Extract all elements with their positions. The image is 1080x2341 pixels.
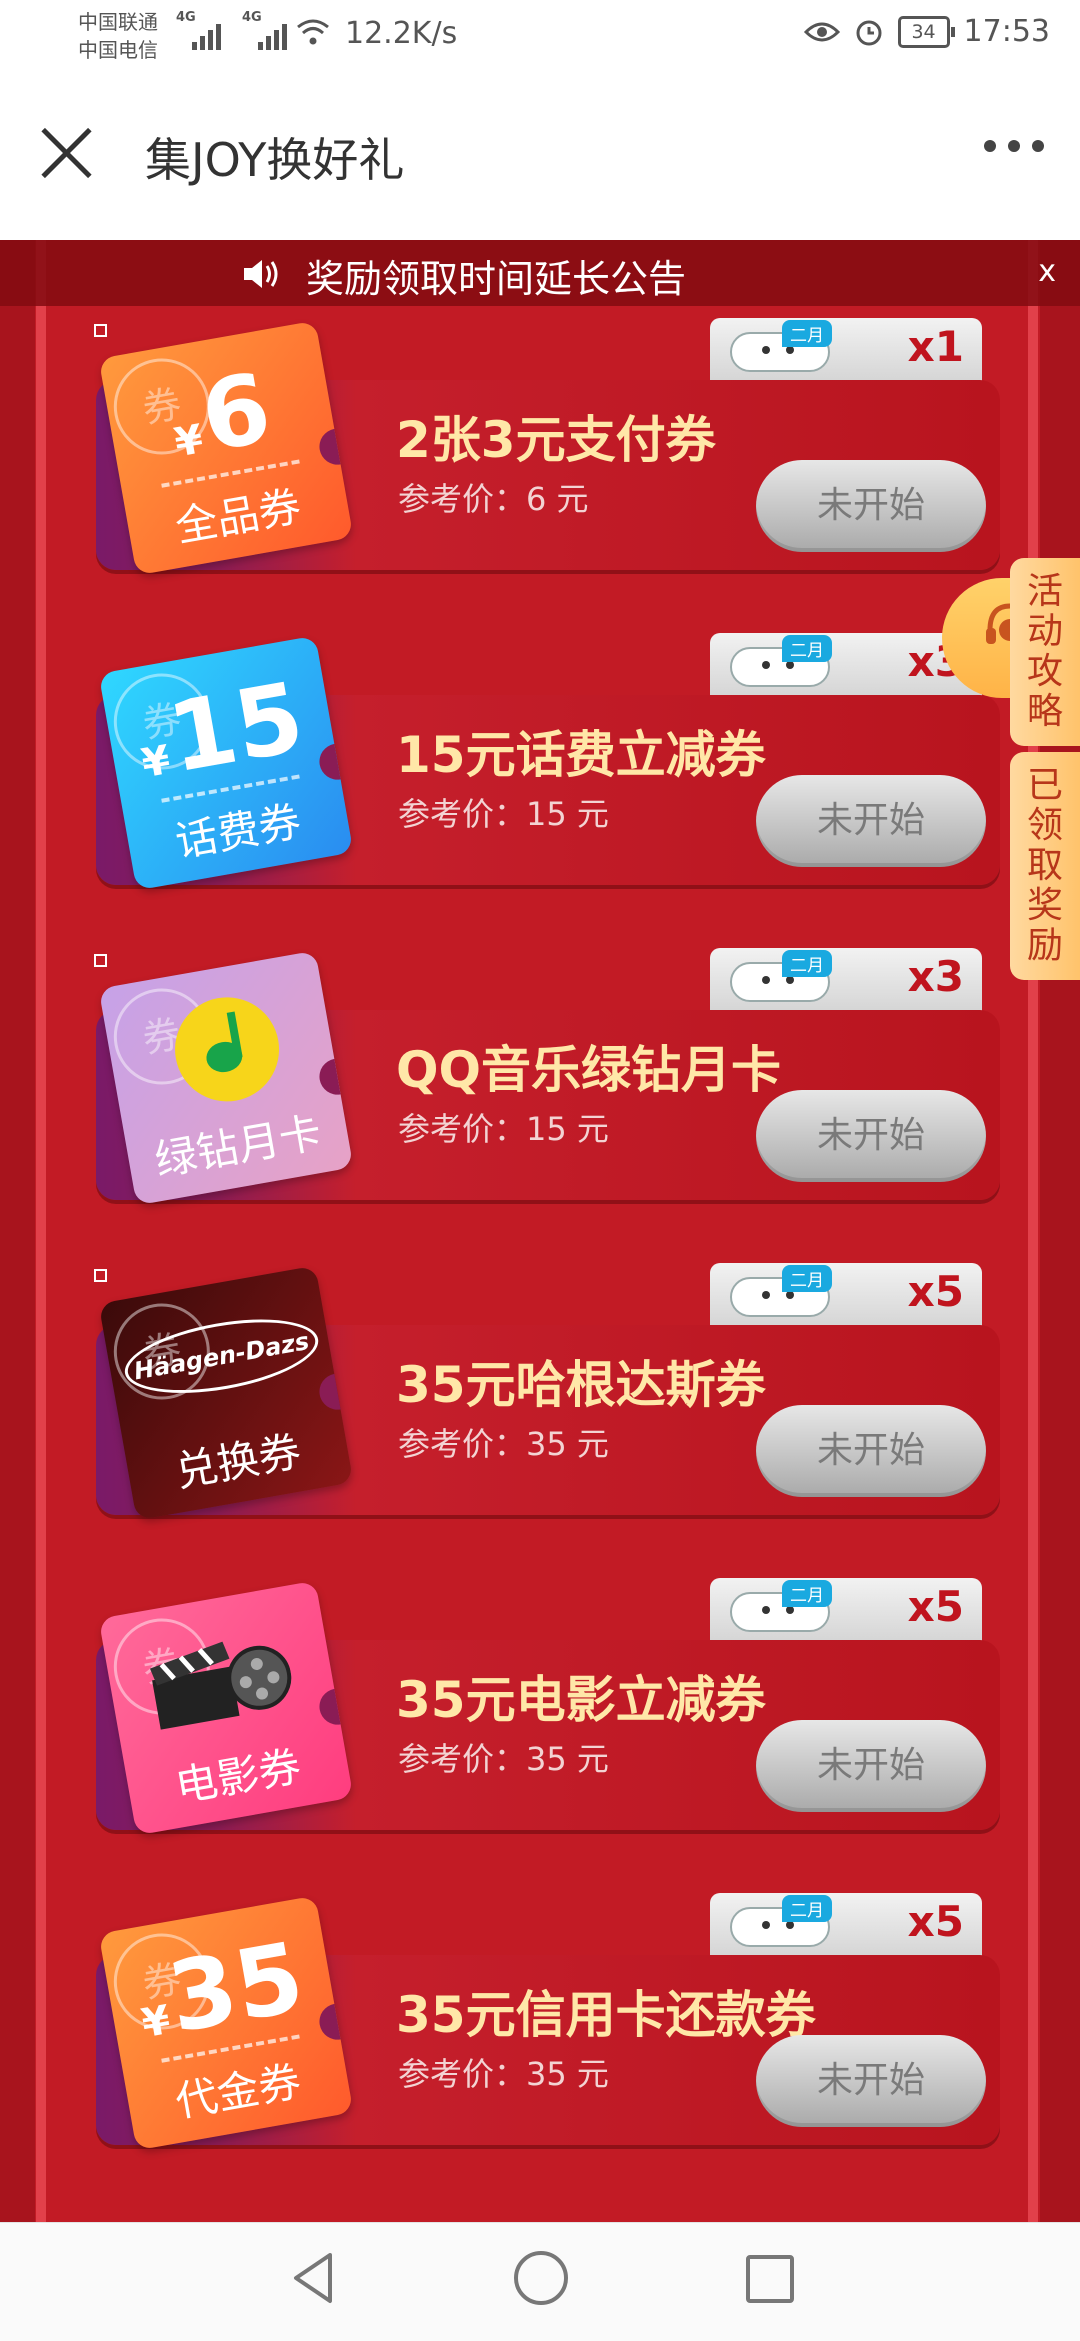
status-bar: 中国联通 中国电信 4G 4G 12.2K/s 34 17:53: [0, 0, 1080, 72]
left-rail: [36, 240, 46, 2222]
eye-icon: [803, 22, 840, 41]
month-badge: 二月: [782, 635, 832, 662]
reference-price: 参考价：35 元: [398, 1740, 609, 1778]
carrier-2: 中国电信: [78, 38, 158, 62]
close-icon[interactable]: [38, 124, 96, 182]
signal-1-icon: 4G: [176, 10, 221, 50]
notice-text: 奖励领取时间延长公告: [306, 257, 687, 301]
reference-price: 参考价：35 元: [398, 1425, 609, 1463]
battery-icon: 34: [897, 15, 955, 48]
marker: [94, 324, 107, 337]
currency-symbol: ¥: [138, 1997, 174, 2048]
gift-name: 35元信用卡还款券: [396, 1986, 816, 2044]
not-started-button[interactable]: 未开始: [756, 2035, 986, 2127]
gift-card: 二月 x5 券 Häagen-Dazs 兑换券 35元哈根达斯券 参考价：35 …: [94, 1263, 1000, 1521]
more-icon[interactable]: [984, 140, 1044, 152]
recent-square-icon[interactable]: [746, 2255, 794, 2303]
gift-card: 二月 x5 券 电影券 35元电影立减券 参考价：35 元 未开始: [96, 1578, 1000, 1836]
currency-symbol: ¥: [138, 737, 174, 788]
item-count: x5: [907, 1582, 964, 1631]
notice-close-button[interactable]: x: [1038, 254, 1056, 289]
claimed-rewards-tab[interactable]: 已领取奖励: [1010, 752, 1080, 980]
gift-card: 二月 x3 券 绿钻月卡 QQ音乐绿钻月卡 参考价：15 元 未开始: [94, 948, 1000, 1206]
coupon-amount-value: 35: [160, 1920, 312, 2055]
coupon-image: 券 绿钻月卡: [98, 950, 354, 1206]
home-circle-icon[interactable]: [514, 2251, 568, 2305]
item-count: x5: [907, 1897, 964, 1946]
right-edge: [1040, 240, 1080, 2222]
coupon-image: 券 ¥6 全品券: [98, 320, 354, 576]
item-count: x3: [907, 952, 964, 1001]
card-tab: 二月 x5: [710, 1263, 982, 1329]
title-bar: 集JOY换好礼: [0, 72, 1080, 240]
clock: 17:53: [963, 14, 1050, 49]
coupon-image: 券 ¥15 话费券: [98, 635, 354, 891]
coupon-image: 券 Häagen-Dazs 兑换券: [98, 1265, 354, 1521]
gift-name: QQ音乐绿钻月卡: [396, 1041, 782, 1099]
card-tab: 二月 x3: [710, 948, 982, 1014]
gift-name: 2张3元支付券: [396, 411, 716, 469]
month-badge: 二月: [782, 1265, 832, 1292]
coupon-image: 券 ¥35 代金券: [98, 1895, 354, 2151]
card-tab: 二月 x5: [710, 1578, 982, 1644]
item-count: x5: [907, 1267, 964, 1316]
card-tab: 二月 x3: [710, 633, 982, 699]
reference-price: 参考价：15 元: [398, 795, 609, 833]
reference-price: 参考价：6 元: [398, 480, 589, 518]
carrier-1: 中国联通: [78, 10, 158, 34]
left-edge: [0, 240, 35, 2222]
speaker-icon: [244, 260, 278, 288]
gift-name: 15元话费立减券: [396, 726, 766, 784]
back-triangle-icon[interactable]: [290, 2251, 338, 2305]
gift-name: 35元电影立减券: [396, 1671, 766, 1729]
gift-card: 二月 x3 券 ¥15 话费券 15元话费立减券 参考价：15 元 未开始: [96, 633, 1000, 891]
card-tab: 二月 x1: [710, 318, 982, 384]
coupon-image: 券 电影券: [98, 1580, 354, 1836]
gift-card: 二月 x1 券 ¥6 全品券 2张3元支付券 参考价：6 元 未开始: [94, 318, 1000, 576]
marker: [94, 1269, 107, 1282]
month-badge: 二月: [782, 320, 832, 347]
system-nav-bar: [0, 2222, 1080, 2341]
gift-name: 35元哈根达斯券: [396, 1356, 766, 1414]
month-badge: 二月: [782, 950, 832, 977]
carrier-info: 中国联通 中国电信: [78, 8, 158, 64]
coupon-amount-value: 15: [160, 660, 312, 795]
card-tab: 二月 x5: [710, 1893, 982, 1959]
wifi-icon: [297, 19, 329, 45]
reference-price: 参考价：15 元: [398, 1110, 609, 1148]
not-started-button[interactable]: 未开始: [756, 1405, 986, 1497]
gift-card: 二月 x5 券 ¥35 代金券 35元信用卡还款券 参考价：35 元 未开始: [96, 1893, 1000, 2151]
strategy-tab[interactable]: 活动攻略: [1010, 558, 1080, 746]
notice-bar[interactable]: 奖励领取时间延长公告 x: [0, 240, 1080, 306]
not-started-button[interactable]: 未开始: [756, 775, 986, 867]
main-content: 奖励领取时间延长公告 x 二月 x1 券 ¥6 全品券 2张3元支付券 参考价：…: [0, 240, 1080, 2222]
network-speed: 12.2K/s: [345, 16, 458, 51]
marker: [94, 954, 107, 967]
item-count: x1: [907, 322, 964, 371]
month-badge: 二月: [782, 1895, 832, 1922]
reference-price: 参考价：35 元: [398, 2055, 609, 2093]
right-rail: [1028, 240, 1038, 2222]
currency-symbol: ¥: [171, 416, 207, 467]
signal-2-icon: 4G: [242, 10, 287, 50]
page-title: 集JOY换好礼: [145, 133, 405, 187]
status-right: 34 17:53: [803, 14, 1050, 49]
alarm-icon: [856, 20, 882, 45]
month-badge: 二月: [782, 1580, 832, 1607]
not-started-button[interactable]: 未开始: [756, 1720, 986, 1812]
not-started-button[interactable]: 未开始: [756, 460, 986, 552]
not-started-button[interactable]: 未开始: [756, 1090, 986, 1182]
